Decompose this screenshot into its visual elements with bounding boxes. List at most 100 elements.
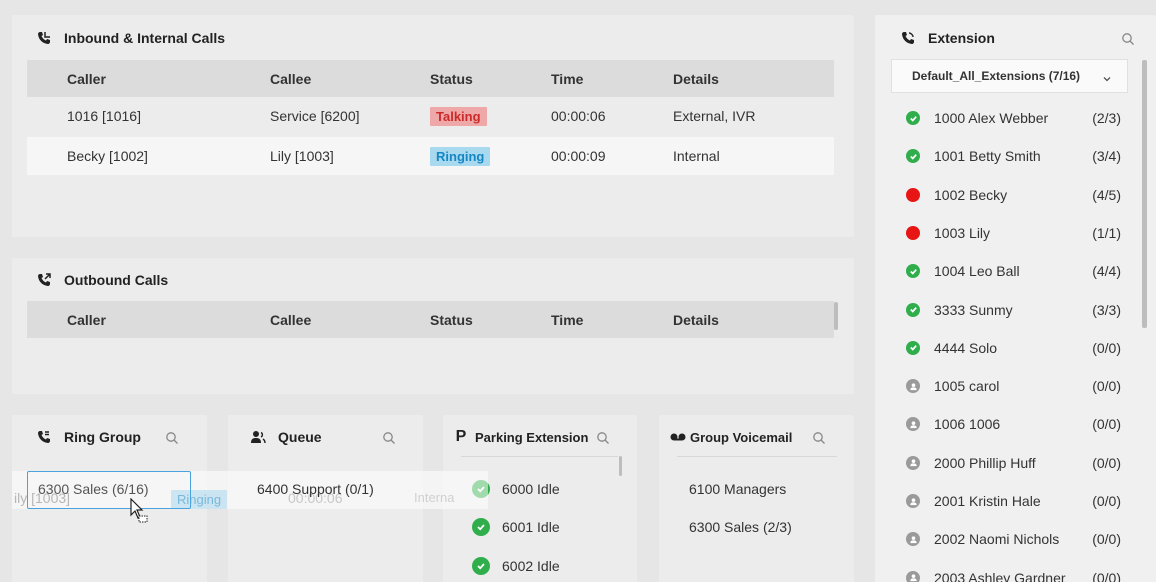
voicemail-item[interactable]: 6100 Managers [689, 481, 786, 497]
extension-count: (0/0) [1092, 339, 1121, 356]
inbound-table-header: Caller Callee Status Time Details [27, 60, 834, 97]
extension-count: (0/0) [1092, 416, 1121, 433]
extension-name: 3333 Sunmy [934, 301, 1013, 318]
extension-count: (3/3) [1092, 301, 1121, 318]
extension-count: (0/0) [1092, 378, 1121, 395]
status-badge: Ringing [430, 146, 491, 166]
extension-count: (1/1) [1092, 224, 1121, 241]
extension-name: 1006 1006 [934, 416, 1001, 433]
search-icon[interactable] [596, 431, 610, 445]
details-cell: External, IVR [673, 108, 756, 124]
table-row[interactable]: Becky [1002] Lily [1003] Ringing 00:00:0… [27, 137, 834, 175]
outbound-scrollbar[interactable] [834, 302, 838, 330]
extension-name: 4444 Solo [934, 339, 998, 356]
queue-title: Queue [250, 429, 322, 445]
extension-list-item[interactable]: 1004 Leo Ball (4/4) [906, 261, 1121, 281]
queue-item-label[interactable]: 6400 Support (0/1) [257, 481, 374, 497]
extension-list-item[interactable]: 3333 Sunmy (3/3) [906, 300, 1121, 320]
col-caller[interactable]: Caller [67, 312, 106, 328]
offline-user-icon [906, 532, 920, 547]
col-status[interactable]: Status [430, 71, 473, 87]
outbound-table-header: Caller Callee Status Time Details [27, 301, 834, 338]
list-item[interactable]: 6002 Idle [472, 556, 612, 576]
extension-list-item[interactable]: 2000 Phillip Huff (0/0) [906, 453, 1121, 473]
check-circle-icon [906, 264, 920, 279]
col-status[interactable]: Status [430, 312, 473, 328]
phone-incoming-icon [36, 30, 52, 46]
offline-user-icon [906, 570, 920, 582]
search-icon[interactable] [382, 431, 396, 445]
check-circle-icon [472, 518, 490, 536]
extension-list-item[interactable]: 2001 Kristin Hale (0/0) [906, 491, 1121, 511]
list-item[interactable]: 6000 Idle [472, 479, 612, 499]
extension-name: 1002 Becky [934, 186, 1008, 203]
extension-count: (4/4) [1092, 263, 1121, 280]
callee-cell: Service [6200] [270, 108, 360, 124]
col-time[interactable]: Time [551, 71, 583, 87]
extension-list-item[interactable]: 2002 Naomi Nichols (0/0) [906, 529, 1121, 549]
extension-list-item[interactable]: 1000 Alex Webber (2/3) [906, 108, 1121, 128]
extension-list-item[interactable]: 1003 Lily (1/1) [906, 223, 1121, 243]
extension-name: 1001 Betty Smith [934, 148, 1041, 165]
extension-list-item[interactable]: 1001 Betty Smith (3/4) [906, 146, 1121, 166]
voicemail-label: Group Voicemail [690, 429, 793, 445]
voicemail-title: Group Voicemail [670, 429, 792, 445]
search-icon[interactable] [165, 431, 179, 445]
parking-scrollbar[interactable] [619, 456, 622, 476]
divider [677, 456, 837, 457]
parking-item-label: 6000 Idle [502, 481, 560, 497]
outbound-calls-label: Outbound Calls [64, 272, 169, 288]
extension-name: 2003 Ashley Gardner [934, 569, 1066, 582]
extension-name: 1000 Alex Webber [934, 110, 1049, 126]
ring-group-icon [36, 429, 52, 445]
offline-user-icon [906, 379, 920, 394]
list-item[interactable]: 6001 Idle [472, 517, 612, 537]
offline-user-icon [906, 494, 920, 508]
voicemail-item[interactable]: 6300 Sales (2/3) [689, 519, 792, 535]
extension-count: (3/4) [1092, 148, 1121, 165]
parking-item-label: 6002 Idle [502, 558, 560, 574]
extension-scrollbar[interactable] [1142, 60, 1147, 328]
col-callee[interactable]: Callee [270, 71, 311, 87]
details-cell: Internal [673, 148, 720, 164]
search-icon[interactable] [1121, 32, 1135, 46]
extension-list-item[interactable]: 1005 carol (0/0) [906, 376, 1121, 396]
queue-label: Queue [278, 429, 322, 445]
caller-cell: 1016 [1016] [67, 108, 141, 124]
drag-cursor-icon [130, 498, 148, 523]
parking-icon: P [455, 428, 467, 445]
search-icon[interactable] [812, 431, 826, 445]
extension-label: Extension [928, 30, 995, 46]
extension-count: (0/0) [1092, 531, 1121, 548]
col-time[interactable]: Time [551, 312, 583, 328]
extension-list-item[interactable]: 4444 Solo (0/0) [906, 338, 1121, 358]
ghost-details: Interna [414, 490, 455, 505]
col-details[interactable]: Details [673, 312, 719, 328]
extension-count: (4/5) [1092, 186, 1121, 203]
extension-name: 1003 Lily [934, 224, 991, 241]
offline-user-icon [906, 455, 920, 470]
parking-title: P Parking Extension [453, 428, 589, 445]
ring-group-title: Ring Group [36, 429, 141, 445]
extension-name: 2001 Kristin Hale [934, 493, 1041, 509]
extension-list-item[interactable]: 2003 Ashley Gardner (0/0) [906, 568, 1121, 582]
check-circle-icon [906, 302, 920, 317]
col-details[interactable]: Details [673, 71, 719, 87]
busy-dot-icon [906, 187, 920, 202]
table-row[interactable]: 1016 [1016] Service [6200] Talking 00:00… [27, 97, 834, 135]
caller-cell: Becky [1002] [67, 148, 148, 164]
extension-name: 1005 carol [934, 378, 1000, 395]
queue-users-icon [250, 429, 266, 445]
extension-list-item[interactable]: 1006 1006 (0/0) [906, 414, 1121, 434]
col-caller[interactable]: Caller [67, 71, 106, 87]
check-circle-icon [906, 149, 920, 164]
check-circle-icon [906, 340, 920, 355]
extension-group-select[interactable]: Default_All_Extensions (7/16) [891, 59, 1128, 93]
inbound-calls-title: Inbound & Internal Calls [36, 30, 225, 46]
col-callee[interactable]: Callee [270, 312, 311, 328]
ring-group-label: Ring Group [64, 429, 141, 445]
time-cell: 00:00:09 [551, 148, 606, 164]
parking-label: Parking Extension [475, 429, 589, 445]
parking-item-label: 6001 Idle [502, 519, 560, 535]
extension-list-item[interactable]: 1002 Becky (4/5) [906, 185, 1121, 205]
